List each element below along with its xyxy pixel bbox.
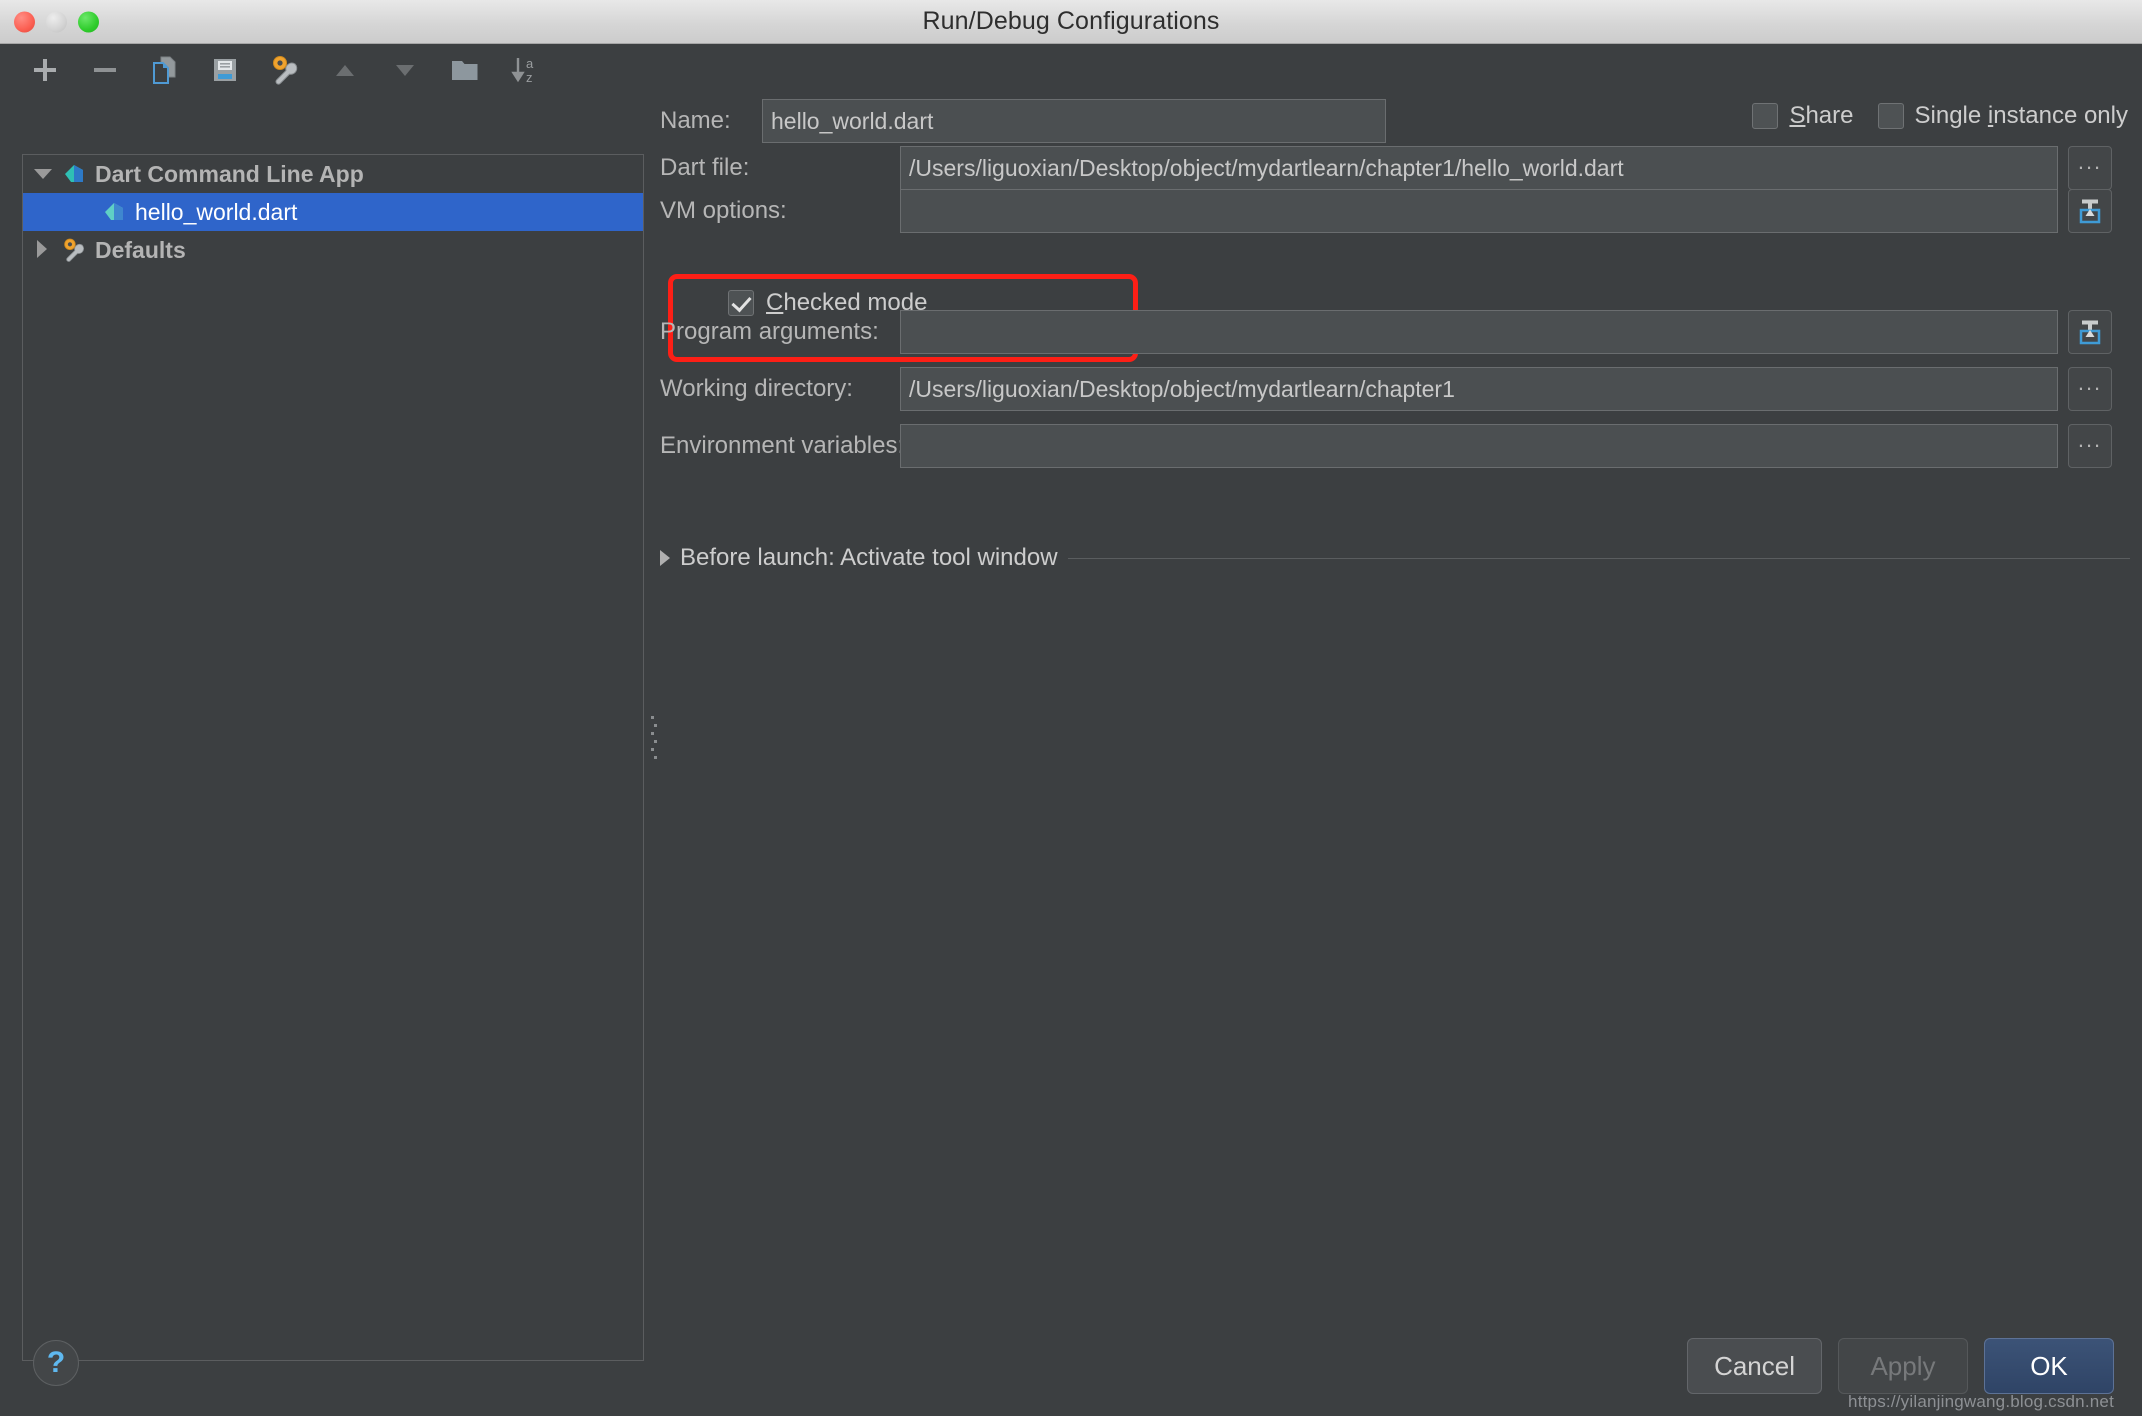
environment-variables-input[interactable] [900,424,2058,468]
folder-icon [449,55,481,85]
run-debug-configurations-dialog: a z Dart Command Line App [0,44,2142,1416]
vm-options-input[interactable] [900,189,2058,233]
copy-configuration-button[interactable] [144,50,186,90]
configuration-editor-pane: Name: Share Single instance only Dart fi… [660,44,2142,1416]
minimize-window-button[interactable] [46,11,67,32]
chevron-down-icon[interactable] [33,164,53,184]
window-title: Run/Debug Configurations [0,7,2142,36]
move-down-button[interactable] [384,50,426,90]
ok-button[interactable]: OK [1984,1338,2114,1394]
tree-node-hello-world-dart[interactable]: hello_world.dart [23,193,643,231]
dart-file-browse-button[interactable]: ... [2068,146,2112,190]
wrench-gear-icon [61,237,87,263]
minus-icon [90,55,120,85]
add-configuration-button[interactable] [24,50,66,90]
wrench-gear-icon [269,54,301,86]
sort-az-icon: a z [509,54,541,86]
arrow-down-icon [391,56,419,84]
tree-node-defaults[interactable]: Defaults [23,231,643,269]
environment-variables-field-row: Environment variables: ... [660,424,2112,468]
dart-logo-icon [101,199,127,225]
save-floppy-icon [210,55,240,85]
arrow-up-icon [331,56,359,84]
pane-splitter[interactable] [646,44,660,1416]
expand-icon [2075,196,2105,226]
vm-options-field-row: VM options: [660,189,2112,233]
dart-file-field-row: Dart file: ... [660,146,2112,190]
single-instance-checkbox[interactable] [1878,103,1904,129]
before-launch-separator [1068,558,2130,559]
tree-node-dart-command-line-app[interactable]: Dart Command Line App [23,155,643,193]
tree-node-label: Defaults [95,237,186,264]
dart-logo-icon [61,161,87,187]
traffic-lights [14,11,99,32]
working-directory-browse-button[interactable]: ... [2068,367,2112,411]
working-directory-input[interactable] [900,367,2058,411]
save-configuration-button[interactable] [204,50,246,90]
svg-text:a: a [526,56,534,71]
single-instance-label: Single instance only [1915,102,2129,130]
chevron-right-icon[interactable] [660,550,670,566]
dialog-button-bar: Cancel Apply OK [1687,1338,2114,1394]
configurations-tree[interactable]: Dart Command Line App hello_world.dart D… [22,154,644,1361]
zoom-window-button[interactable] [78,11,99,32]
configurations-left-pane: a z Dart Command Line App [0,44,646,1416]
vm-options-label: VM options: [660,197,900,225]
dart-file-label: Dart file: [660,154,900,182]
share-label: Share [1789,102,1853,130]
cancel-button[interactable]: Cancel [1687,1338,1822,1394]
program-arguments-expand-button[interactable] [2068,310,2112,354]
program-arguments-field-row: Program arguments: [660,310,2112,354]
working-directory-label: Working directory: [660,375,900,403]
tree-node-label: Dart Command Line App [95,161,364,188]
vm-options-expand-button[interactable] [2068,189,2112,233]
tree-node-label: hello_world.dart [135,199,297,226]
help-button[interactable]: ? [33,1340,79,1386]
watermark-text: https://yilanjingwang.blog.csdn.net [1848,1392,2114,1412]
new-folder-button[interactable] [444,50,486,90]
working-directory-field-row: Working directory: ... [660,367,2112,411]
svg-text:z: z [526,70,533,85]
expand-icon [2075,317,2105,347]
name-label: Name: [660,107,750,135]
name-field-row: Name: [660,99,1386,143]
top-checkbox-group: Share Single instance only [1752,102,2128,130]
program-arguments-label: Program arguments: [660,318,900,346]
single-instance-checkbox-wrap[interactable]: Single instance only [1878,102,2129,130]
environment-variables-browse-button[interactable]: ... [2068,424,2112,468]
before-launch-section[interactable]: Before launch: Activate tool window [660,544,2130,572]
before-launch-label: Before launch: Activate tool window [680,544,1058,572]
chevron-right-icon[interactable] [33,240,53,260]
window-title-bar: Run/Debug Configurations [0,0,2142,44]
copy-icon [149,54,181,86]
remove-configuration-button[interactable] [84,50,126,90]
configurations-toolbar: a z [0,44,646,96]
plus-icon [30,55,60,85]
close-window-button[interactable] [14,11,35,32]
share-checkbox[interactable] [1752,103,1778,129]
move-up-button[interactable] [324,50,366,90]
name-input[interactable] [762,99,1386,143]
share-checkbox-wrap[interactable]: Share [1752,102,1853,130]
splitter-handle[interactable] [651,716,657,764]
apply-button[interactable]: Apply [1838,1338,1968,1394]
edit-defaults-button[interactable] [264,50,306,90]
program-arguments-input[interactable] [900,310,2058,354]
environment-variables-label: Environment variables: [660,432,900,460]
dart-file-input[interactable] [900,146,2058,190]
sort-configurations-button[interactable]: a z [504,50,546,90]
